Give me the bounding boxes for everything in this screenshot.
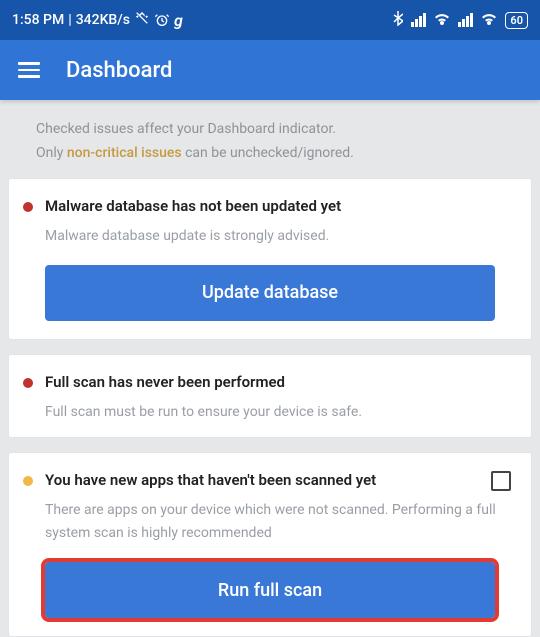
wifi-icon-2 <box>481 13 497 27</box>
severity-dot-red-icon <box>23 202 33 212</box>
run-full-scan-button[interactable]: Run full scan <box>45 562 495 618</box>
status-separator: | <box>68 12 71 28</box>
issue-desc: There are apps on your device which were… <box>33 499 507 544</box>
app-bar: Dashboard <box>0 40 540 100</box>
issue-title: Full scan has never been performed <box>33 373 507 391</box>
status-speed: 342KB/s <box>76 12 130 28</box>
issue-card-malware: Malware database has not been updated ye… <box>8 178 532 340</box>
status-right: 60 <box>393 10 528 30</box>
info-line-2: Only non-critical issues can be unchecke… <box>36 142 504 166</box>
info-line-1: Checked issues affect your Dashboard ind… <box>36 118 504 142</box>
issue-desc: Malware database update is strongly advi… <box>33 225 507 247</box>
non-critical-link[interactable]: non-critical issues <box>67 145 182 161</box>
info-text: Checked issues affect your Dashboard ind… <box>0 100 540 178</box>
vibrate-off-icon <box>134 10 150 30</box>
issue-title: You have new apps that haven't been scan… <box>33 471 507 489</box>
severity-dot-red-icon <box>23 378 33 388</box>
status-bar: 1:58 PM | 342KB/s g 60 <box>0 0 540 40</box>
wifi-icon-1 <box>434 13 450 27</box>
ignore-checkbox[interactable] <box>491 471 511 491</box>
signal-icon-2 <box>458 13 473 27</box>
update-database-button[interactable]: Update database <box>45 265 495 321</box>
status-left: 1:58 PM | 342KB/s g <box>12 10 183 30</box>
signal-icon <box>411 13 426 27</box>
status-time: 1:58 PM <box>12 12 64 28</box>
issue-card-fullscan: Full scan has never been performed Full … <box>8 354 532 438</box>
page-title: Dashboard <box>66 58 172 83</box>
issue-title: Malware database has not been updated ye… <box>33 197 507 215</box>
bluetooth-icon <box>393 10 403 30</box>
severity-dot-yellow-icon <box>23 476 33 486</box>
menu-icon[interactable] <box>18 58 40 82</box>
battery-icon: 60 <box>505 12 528 29</box>
issue-card-newapps: You have new apps that haven't been scan… <box>8 452 532 637</box>
issue-desc: Full scan must be run to ensure your dev… <box>33 401 507 423</box>
alarm-icon <box>154 12 170 28</box>
status-glyph: g <box>174 11 183 30</box>
